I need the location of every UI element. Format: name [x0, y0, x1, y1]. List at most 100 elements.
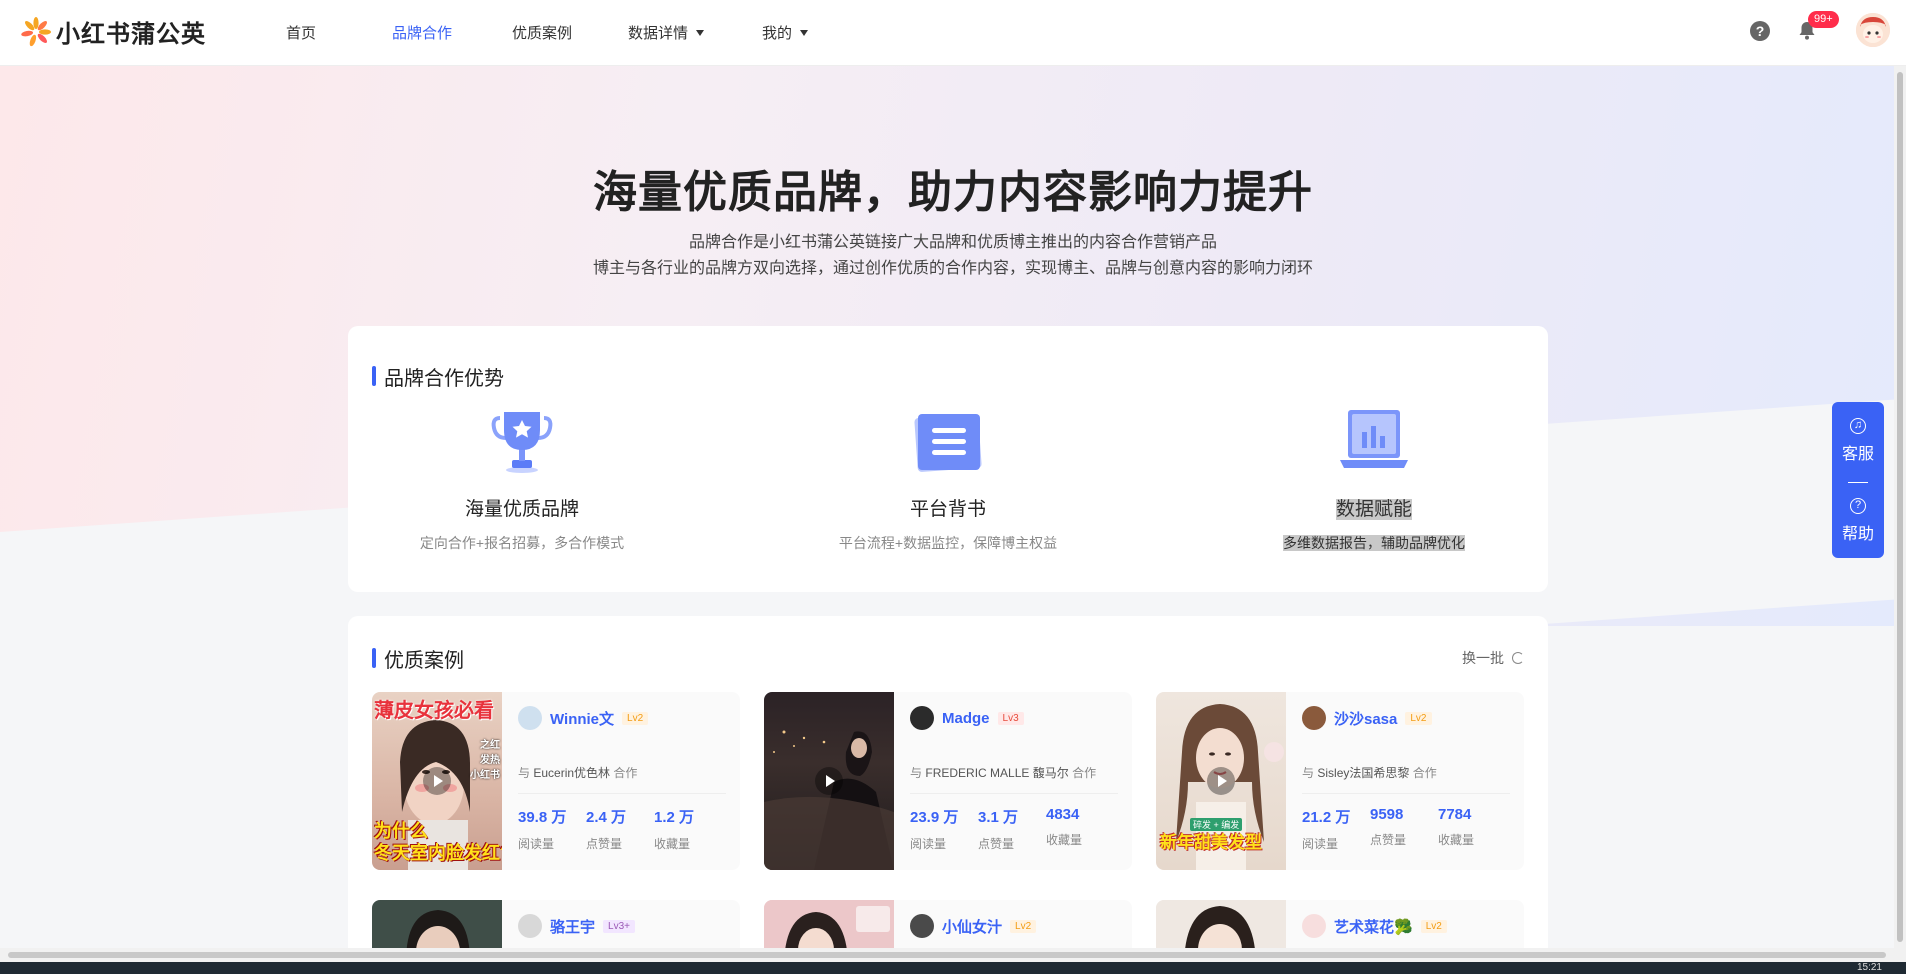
help-icon[interactable]: ? [1750, 21, 1770, 41]
thumbnail-caption-bottom: 新年甜美发型 [1160, 833, 1262, 852]
laptop-chart-icon [1334, 406, 1414, 476]
play-icon[interactable] [815, 767, 843, 795]
saves-value: 7784 [1438, 806, 1472, 823]
saves-label: 收藏量 [1438, 833, 1475, 847]
reads-stat: 39.8 万阅读量 [518, 806, 586, 852]
advantages-title: 品牌合作优势 [372, 362, 504, 391]
case-thumbnail[interactable]: 碎发 + 编发 新年甜美发型 [1156, 692, 1286, 870]
brand-name: 小红书蒲公英 [56, 21, 206, 48]
horizontal-scroll-thumb[interactable] [8, 952, 1886, 958]
case-thumbnail[interactable]: 薄皮女孩必看 之红 发热 小红书 为什么 冬天室内脸发红? [372, 692, 502, 870]
thumbnail-caption-top: 薄皮女孩必看 [374, 700, 494, 722]
blogger-avatar[interactable] [518, 914, 542, 938]
case-card[interactable]: Madge Lv3 与 FREDERIC MALLE 馥马尔 合作 23.9 万… [764, 692, 1132, 870]
vertical-scrollbar[interactable] [1894, 66, 1906, 948]
likes-stat: 3.1 万点赞量 [978, 806, 1046, 852]
advantage-item: 数据赋能 多维数据报告，辅助品牌优化 [1224, 406, 1524, 553]
blogger-name[interactable]: 艺术菜花🥦 [1334, 916, 1413, 937]
brand-logo[interactable]: 小红书蒲公英 [20, 14, 206, 49]
saves-value: 1.2 万 [654, 809, 695, 826]
top-navigation: 小红书蒲公英 首页 品牌合作 优质案例 数据详情 我的 ? 99+ [0, 0, 1906, 66]
reads-label: 阅读量 [518, 837, 555, 851]
case-info: Winnie文 Lv2 与 Eucerin优色林 合作 39.8 万阅读量 2.… [518, 706, 726, 852]
likes-stat: 9598 点赞量 [1370, 806, 1438, 852]
caret-down-icon [696, 30, 705, 36]
case-card[interactable]: 碎发 + 编发 新年甜美发型 沙沙sasa Lv2 与 Sisley法国希思黎 … [1156, 692, 1524, 870]
collab-prefix: 与 [518, 766, 531, 780]
float-divider [1848, 482, 1868, 483]
help-button[interactable]: ? 帮助 [1832, 498, 1884, 544]
blogger-name[interactable]: Winnie文 [550, 708, 614, 729]
customer-service-label: 客服 [1841, 446, 1874, 463]
taskbar-clock: 15:21 [1856, 962, 1882, 973]
document-icon [908, 406, 988, 476]
likes-label: 点赞量 [978, 837, 1015, 851]
nav-brand-cooperation[interactable]: 品牌合作 [392, 22, 452, 43]
play-icon[interactable] [1207, 767, 1235, 795]
saves-label: 收藏量 [1046, 833, 1083, 847]
blogger-avatar[interactable] [1302, 914, 1326, 938]
collab-brand: FREDERIC MALLE 馥马尔 [925, 766, 1069, 780]
level-badge: Lv3 [997, 711, 1024, 725]
reads-label: 阅读量 [910, 837, 947, 851]
advantage-item: 海量优质品牌 定向合作+报名招募，多合作模式 [372, 406, 672, 553]
likes-label: 点赞量 [586, 837, 623, 851]
saves-stat: 7784 收藏量 [1438, 806, 1506, 852]
refresh-icon [1512, 652, 1524, 664]
horizontal-scrollbar[interactable] [0, 948, 1906, 962]
hero-subtitle-line1: 品牌合作是小红书蒲公英链接广大品牌和优质博主推出的内容合作营销产品 [688, 234, 1217, 251]
floating-service-panel: ♫ 客服 ? 帮助 [1832, 402, 1884, 558]
hero-title: 海量优质品牌，助力内容影响力提升 [593, 168, 1313, 217]
level-badge: Lv2 [1420, 919, 1447, 933]
user-avatar[interactable] [1856, 13, 1890, 47]
reads-stat: 21.2 万阅读量 [1302, 806, 1370, 852]
saves-value: 4834 [1046, 806, 1080, 823]
hero-subtitle-line2: 博主与各行业的品牌方双向选择，通过创作优质的合作内容，实现博主、品牌与创意内容的… [592, 260, 1313, 277]
nav-quality-cases[interactable]: 优质案例 [512, 22, 572, 43]
case-thumbnail[interactable] [764, 692, 894, 870]
os-taskbar: 15:21 [0, 962, 1906, 974]
trophy-icon [482, 406, 562, 476]
advantage-desc: 定向合作+报名招募，多合作模式 [419, 535, 625, 551]
nav-data-details[interactable]: 数据详情 [628, 22, 705, 43]
collab-prefix: 与 [1302, 766, 1315, 780]
likes-value: 2.4 万 [586, 809, 627, 826]
nav-home[interactable]: 首页 [286, 22, 316, 43]
thumbnail-caption-side: 之红 发热 小红书 [470, 740, 500, 781]
reads-stat: 23.9 万阅读量 [910, 806, 978, 852]
saves-stat: 1.2 万收藏量 [654, 806, 722, 852]
nav-mine[interactable]: 我的 [762, 22, 809, 43]
likes-value: 9598 [1370, 806, 1404, 823]
blogger-avatar[interactable] [1302, 706, 1326, 730]
advantages-panel: 品牌合作优势 海量优质品牌 定向合作+报名招募，多合作模式 平台背书 平台流程+… [348, 326, 1548, 592]
collab-line: 与 Sisley法国希思黎 合作 [1302, 764, 1510, 794]
blogger-name[interactable]: 沙沙sasa [1334, 708, 1397, 729]
caret-down-icon [800, 30, 809, 36]
refresh-button[interactable]: 换一批 [1462, 648, 1524, 668]
level-badge: Lv2 [1010, 919, 1037, 933]
reads-value: 39.8 万 [518, 809, 567, 826]
customer-service-button[interactable]: ♫ 客服 [1832, 418, 1884, 464]
dandelion-logo-icon [20, 16, 52, 48]
collab-prefix: 与 [910, 766, 923, 780]
advantage-desc: 平台流程+数据监控，保障博主权益 [838, 535, 1058, 551]
advantage-desc-text: 多维数据报告，辅助品牌优化 [1283, 535, 1465, 551]
notification-badge: 99+ [1808, 11, 1839, 28]
play-icon[interactable] [423, 767, 451, 795]
blogger-name[interactable]: Madge [942, 710, 990, 727]
collab-brand: Sisley法国希思黎 [1317, 766, 1410, 780]
blogger-avatar[interactable] [518, 706, 542, 730]
likes-label: 点赞量 [1370, 833, 1407, 847]
advantage-name: 平台背书 [909, 499, 986, 520]
level-badge: Lv2 [1405, 711, 1432, 725]
blogger-avatar[interactable] [910, 914, 934, 938]
blogger-avatar[interactable] [910, 706, 934, 730]
blogger-name[interactable]: 骆王宇 [550, 916, 595, 937]
case-info: 骆王宇 Lv3+ [518, 914, 726, 938]
collab-brand: Eucerin优色林 [533, 766, 611, 780]
vertical-scroll-thumb[interactable] [1897, 72, 1903, 942]
advantage-desc: 多维数据报告，辅助品牌优化 [1224, 533, 1524, 553]
advantage-name: 海量优质品牌 [464, 499, 579, 520]
case-card[interactable]: 薄皮女孩必看 之红 发热 小红书 为什么 冬天室内脸发红? Winnie文 Lv… [372, 692, 740, 870]
blogger-name[interactable]: 小仙女汁 [942, 916, 1002, 937]
